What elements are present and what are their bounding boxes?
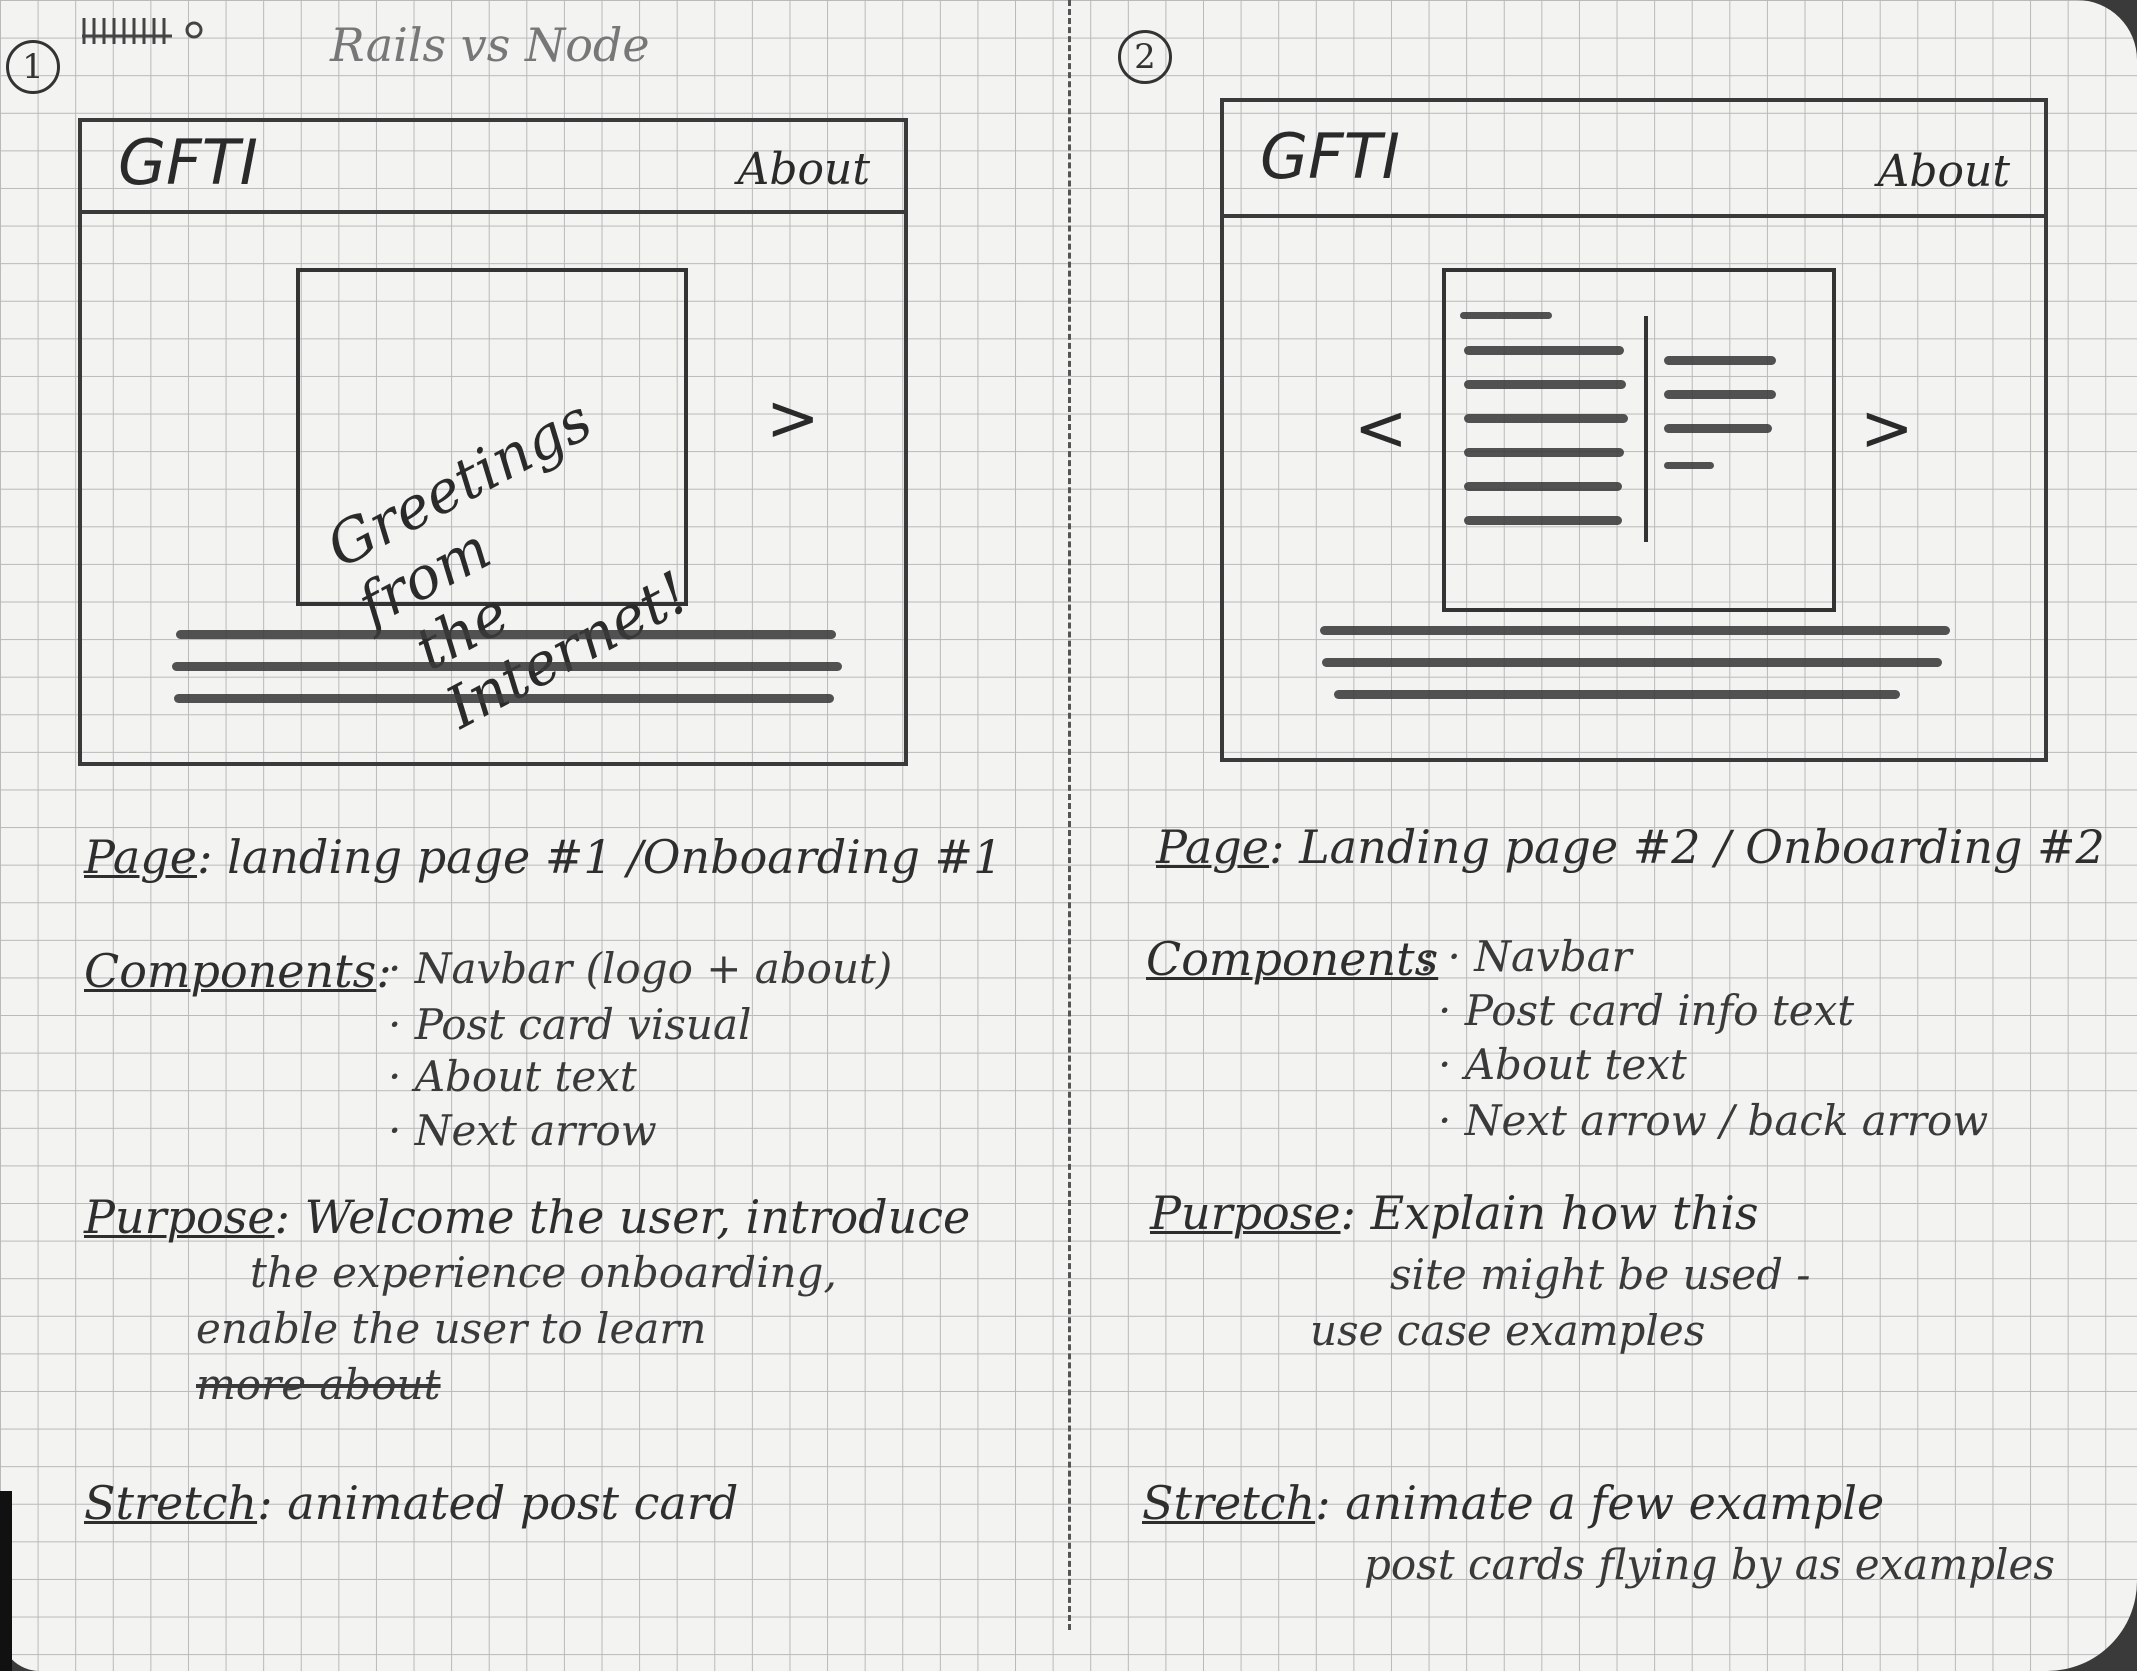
component-item: · Post card visual (388, 1000, 752, 1049)
pencil-scribble-marks (80, 14, 240, 54)
notebook-spine-divider (1068, 0, 1071, 1630)
page-edge-shadow (0, 1491, 12, 1671)
component-item: · Next arrow (388, 1106, 657, 1155)
postcard-address-scribble (1664, 356, 1776, 365)
component-item: · Post card info text (1438, 986, 1855, 1035)
component-item: : · Navbar (1420, 932, 1632, 981)
component-item: · About text (388, 1052, 637, 1101)
postcard-text-scribble (1464, 448, 1624, 457)
mockup-logo-1: GFTI (118, 126, 258, 199)
sketch-number-2: 2 (1118, 30, 1172, 84)
mockup-frame-1: GFTI About Greetings from the Internet! … (78, 118, 908, 766)
stretch-label-1: Stretch: animated post card (84, 1476, 739, 1530)
postcard-text-scribble (1464, 516, 1622, 525)
postcard-text-scribble (1464, 482, 1622, 491)
postcard-address-scribble (1664, 424, 1772, 433)
mockup-navbar-1: GFTI About (82, 122, 904, 214)
component-item: · Next arrow / back arrow (1438, 1096, 1989, 1145)
about-text-scribble (176, 630, 836, 639)
page-label-1: Page: landing page #1 /Onboarding #1 (84, 830, 1003, 884)
purpose-line: use case examples (1310, 1306, 1706, 1355)
postcard-text-scribble (1460, 312, 1552, 319)
page-label-2: Page: Landing page #2 / Onboarding #2 (1156, 820, 2105, 874)
component-item: · About text (1438, 1040, 1687, 1089)
postcard-info-visual-2 (1442, 268, 1836, 612)
about-text-scribble (172, 662, 842, 671)
header-note: Rails vs Node (330, 18, 650, 72)
mockup-frame-2: GFTI About < > (1220, 98, 2048, 762)
about-text-scribble (1334, 690, 1900, 699)
postcard-address-scribble (1664, 462, 1714, 469)
purpose-line: site might be used - (1390, 1250, 1811, 1299)
back-arrow-icon-2: < (1354, 392, 1408, 466)
about-text-scribble (1322, 658, 1942, 667)
postcard-divider (1644, 316, 1648, 542)
purpose-label-2: Purpose: Explain how this (1150, 1186, 1759, 1240)
components-label-1: Components: (84, 944, 392, 998)
purpose-line: enable the user to learn (196, 1304, 707, 1353)
mockup-logo-2: GFTI (1260, 120, 1400, 193)
purpose-line: more about (196, 1360, 441, 1409)
postcard-address-scribble (1664, 390, 1776, 399)
sketch-number-1: 1 (6, 40, 60, 94)
next-arrow-icon-2: > (1860, 392, 1914, 466)
stretch-label-2: Stretch: animate a few example (1142, 1476, 1885, 1530)
stretch-line: post cards flying by as examples (1364, 1540, 2055, 1589)
mockup-navbar-2: GFTI About (1224, 102, 2044, 218)
postcard-visual-1: Greetings from the Internet! (296, 268, 700, 742)
postcard-text-scribble (1464, 346, 1624, 355)
mockup-about-link-2: About (1877, 146, 2010, 197)
postcard-text-scribble (1464, 414, 1628, 423)
about-text-scribble (174, 694, 834, 703)
about-text-scribble (1320, 626, 1950, 635)
purpose-line: the experience onboarding, (250, 1248, 837, 1297)
notebook-page: 1 Rails vs Node GFTI About Greetings fro… (0, 0, 2137, 1671)
mockup-about-link-1: About (737, 144, 870, 195)
postcard-text-scribble (1464, 380, 1626, 389)
purpose-label-1: Purpose: Welcome the user, introduce (84, 1190, 971, 1244)
next-arrow-icon-1: > (766, 382, 820, 456)
components-label-2: Components (1146, 932, 1439, 986)
component-item: · Navbar (logo + about) (388, 944, 893, 993)
